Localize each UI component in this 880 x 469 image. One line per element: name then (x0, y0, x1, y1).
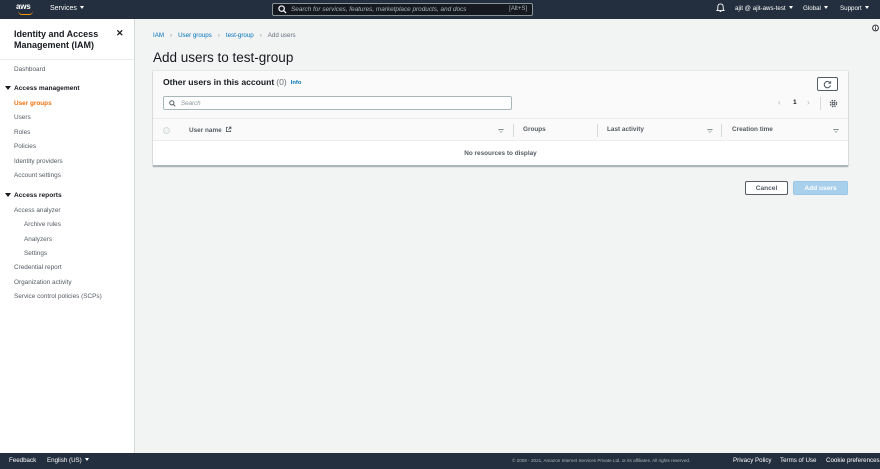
breadcrumb-current: Add users (267, 32, 296, 39)
pager-divider (820, 97, 821, 110)
chevron-down-icon (84, 458, 89, 461)
sidebar-item-organization-activity[interactable]: Organization activity (14, 279, 72, 286)
top-navigation-bar: aws Services Search for services, featur… (0, 0, 880, 19)
breadcrumb: IAM › User groups › test-group › Add users (153, 32, 296, 39)
terms-of-use-link[interactable]: Terms of Use (780, 457, 816, 464)
sidebar-item-credential-report[interactable]: Credential report (14, 264, 62, 271)
sort-icon[interactable] (833, 129, 839, 133)
column-divider (513, 124, 514, 137)
column-groups[interactable]: Groups (523, 126, 546, 133)
region-label: Global (803, 5, 821, 12)
bell-icon[interactable] (716, 3, 725, 13)
sidebar-item-identity-providers[interactable]: Identity providers (14, 158, 63, 165)
external-link-icon (226, 126, 232, 133)
chevron-right-icon[interactable]: › (807, 98, 810, 107)
feedback-link[interactable]: Feedback (9, 457, 36, 464)
sidebar-item-account-settings[interactable]: Account settings (14, 172, 61, 179)
cancel-button[interactable]: Cancel (745, 181, 788, 195)
account-menu[interactable]: ajit @ ajit-aws-test (735, 5, 793, 12)
column-divider (721, 124, 722, 137)
sidebar-section-label: Access management (14, 85, 80, 92)
sidebar-item-roles[interactable]: Roles (14, 129, 30, 136)
panel-title: Other users in this account (0) Info (163, 77, 301, 87)
refresh-button[interactable] (817, 77, 838, 91)
sidebar-section-access-reports[interactable]: Access reports (5, 192, 62, 199)
sort-icon[interactable] (498, 129, 504, 133)
column-user-name[interactable]: User name (189, 126, 232, 134)
sidebar-item-scps[interactable]: Service control policies (SCPs) (14, 293, 102, 300)
global-search[interactable]: Search for services, features, marketpla… (272, 3, 533, 16)
sidebar-item-access-analyzer[interactable]: Access analyzer (14, 207, 61, 214)
account-label: ajit @ ajit-aws-test (735, 5, 786, 12)
close-icon[interactable]: ✕ (116, 28, 124, 39)
search-input[interactable] (181, 98, 501, 108)
copyright-text: © 2008 - 2021, Amazon Internet Services … (512, 458, 691, 463)
sidebar-section-access-management[interactable]: Access management (5, 85, 80, 92)
language-label: English (US) (47, 457, 82, 464)
info-link[interactable]: Info (291, 80, 302, 86)
breadcrumb-test-group[interactable]: test-group (226, 32, 254, 39)
search-placeholder: Search for services, features, marketpla… (291, 6, 467, 13)
region-menu[interactable]: Global (803, 5, 828, 12)
search-icon (278, 5, 287, 14)
sidebar-item-users[interactable]: Users (14, 114, 31, 121)
aws-smile-icon (18, 11, 33, 15)
chevron-down-icon (79, 6, 84, 9)
sidebar-divider (0, 59, 134, 60)
support-label: Support (840, 5, 862, 12)
panel-count: (0) (276, 77, 287, 87)
search-icon (169, 100, 176, 107)
select-all-radio (163, 127, 170, 134)
sidebar-item-archive-rules[interactable]: Archive rules (24, 221, 61, 228)
add-users-button[interactable]: Add users (793, 181, 848, 195)
search-shortcut: [Alt+S] (509, 6, 527, 12)
column-last-activity[interactable]: Last activity (607, 126, 644, 133)
sort-icon[interactable] (707, 129, 713, 133)
footer: Feedback English (US) © 2008 - 2021, Ama… (0, 453, 880, 469)
chevron-down-icon (823, 6, 828, 9)
chevron-down-icon (788, 6, 793, 9)
chevron-right-icon: › (259, 32, 262, 39)
chevron-right-icon: › (217, 32, 220, 39)
refresh-icon (823, 80, 832, 89)
aws-logo[interactable]: aws (16, 2, 36, 17)
sidebar-section-label: Access reports (14, 192, 62, 199)
sidebar-title: Identity and Access Management (IAM) (14, 29, 99, 50)
column-divider (597, 124, 598, 137)
caret-down-icon (5, 193, 11, 197)
empty-state-message: No resources to display (464, 150, 537, 157)
sidebar-item-settings[interactable]: Settings (24, 250, 47, 257)
cookie-preferences-link[interactable]: Cookie preferences (826, 457, 880, 464)
breadcrumb-iam[interactable]: IAM (153, 32, 164, 39)
panel-title-text: Other users in this account (163, 77, 275, 87)
panel-header: Other users in this account(0) Info ‹ 1 › (153, 71, 848, 118)
sidebar-item-policies[interactable]: Policies (14, 143, 36, 150)
chevron-down-icon (864, 6, 869, 9)
sidebar-item-analyzers[interactable]: Analyzers (24, 236, 52, 243)
info-icon[interactable] (872, 24, 879, 32)
column-creation-time[interactable]: Creation time (732, 126, 773, 133)
search-field[interactable] (163, 96, 512, 110)
services-label: Services (50, 5, 77, 12)
page-number[interactable]: 1 (793, 99, 797, 106)
gear-icon[interactable] (829, 99, 838, 108)
panel-bottom-border (153, 165, 848, 166)
sidebar: Identity and Access Management (IAM) ✕ D… (0, 19, 135, 453)
table-header: User name Groups Last activity Creation … (153, 118, 848, 141)
page-title: Add users to test-group (153, 50, 294, 65)
support-menu[interactable]: Support (840, 5, 869, 12)
breadcrumb-user-groups[interactable]: User groups (178, 32, 212, 39)
services-menu[interactable]: Services (50, 5, 84, 12)
caret-down-icon (5, 86, 11, 90)
chevron-left-icon[interactable]: ‹ (778, 98, 781, 107)
users-table-panel: Other users in this account(0) Info ‹ 1 ›… (153, 71, 848, 166)
privacy-policy-link[interactable]: Privacy Policy (733, 457, 772, 464)
column-label: User name (189, 127, 222, 134)
aws-logo-text: aws (16, 2, 31, 11)
chevron-right-icon: › (170, 32, 173, 39)
sidebar-item-dashboard[interactable]: Dashboard (14, 66, 45, 73)
language-selector[interactable]: English (US) (47, 457, 89, 464)
sidebar-item-user-groups[interactable]: User groups (14, 100, 52, 107)
